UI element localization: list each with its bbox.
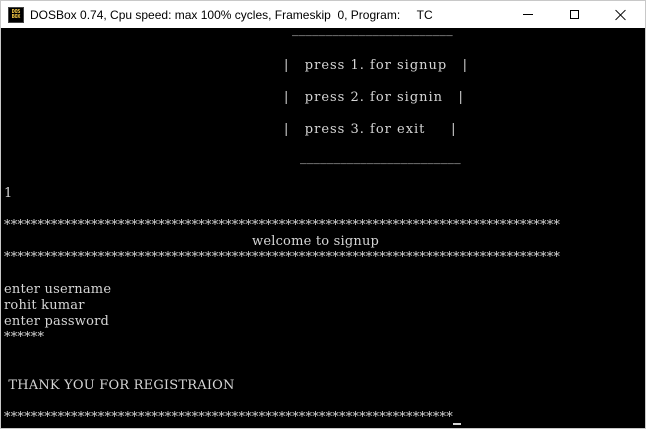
maximize-button[interactable] xyxy=(551,1,597,28)
close-button[interactable] xyxy=(598,1,644,28)
username-prompt: enter username xyxy=(4,282,112,297)
close-icon xyxy=(615,9,627,21)
stars-bottom-text: ****************************************… xyxy=(4,410,453,425)
signup-heading: welcome to signup xyxy=(252,234,380,249)
menu-option-signup: | press 1. for signup | xyxy=(284,58,468,73)
dosbox-app-icon[interactable]: DOS BOX xyxy=(8,6,24,23)
window-title: DOSBox 0.74, Cpu speed: max 100% cycles,… xyxy=(30,7,433,22)
minimize-button[interactable] xyxy=(505,1,551,28)
text-cursor xyxy=(452,423,461,425)
menu-bottom-rule: ________________________ xyxy=(300,150,461,165)
title-bar[interactable]: DOS BOX DOSBox 0.74, Cpu speed: max 100%… xyxy=(1,1,645,28)
stars-divider-mid: ****************************************… xyxy=(4,250,561,265)
menu-top-rule: ________________________ xyxy=(292,28,453,37)
username-value: rohit kumar xyxy=(4,298,85,313)
password-prompt: enter password xyxy=(4,314,110,329)
dos-console-screen[interactable]: ________________________ | press 1. for … xyxy=(2,28,644,428)
password-mask: ****** xyxy=(4,330,45,345)
registration-message: THANK YOU FOR REGISTRAION xyxy=(4,378,235,393)
minimize-icon xyxy=(523,14,533,15)
maximize-icon xyxy=(569,10,579,19)
menu-option-exit: | press 3. for exit | xyxy=(284,122,457,137)
user-choice: 1 xyxy=(4,186,13,201)
menu-option-signin: | press 2. for signin | xyxy=(284,90,464,105)
stars-divider-top: ****************************************… xyxy=(4,218,561,233)
dosbox-window: DOS BOX DOSBox 0.74, Cpu speed: max 100%… xyxy=(0,0,646,429)
icon-text-bottom: BOX xyxy=(11,13,21,20)
stars-divider-bottom: ****************************************… xyxy=(4,410,461,426)
